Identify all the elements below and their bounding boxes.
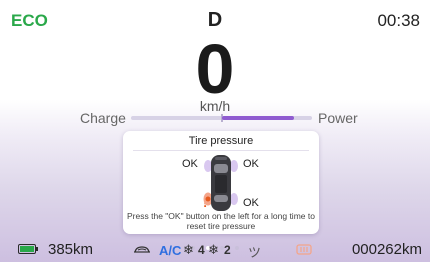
- seat-heat-icon[interactable]: ❄: [208, 242, 219, 258]
- battery-icon: [18, 244, 38, 254]
- tire-rear-right-status: OK: [243, 197, 259, 209]
- page-dot: [234, 246, 239, 250]
- ac-button[interactable]: A/C: [159, 243, 181, 258]
- car-top-view-icon: [203, 155, 238, 211]
- dashboard-screen: ECO D 00:38 0 km/h Charge Power Tire pre…: [0, 0, 430, 262]
- gear-indicator: D: [207, 9, 223, 31]
- energy-bar-fill: [221, 116, 294, 120]
- rear-defrost-icon[interactable]: [296, 244, 312, 256]
- speed-value: 0: [195, 30, 235, 108]
- tire-pressure-popup: Tire pressure OK OK ! OK Press the "OK" …: [123, 131, 319, 234]
- reset-hint: Press the "OK" button on the left for a …: [127, 211, 315, 231]
- clock: 00:38: [377, 11, 420, 30]
- popup-title: Tire pressure: [188, 135, 254, 147]
- tire-front-left-status: OK: [182, 158, 198, 170]
- wiper-icon[interactable]: ツ: [248, 242, 261, 261]
- power-label: Power: [318, 110, 358, 126]
- energy-bar: [131, 114, 312, 122]
- fan-level: 4: [198, 243, 205, 257]
- range-value: 385km: [48, 241, 94, 258]
- seat-heat-level: 2: [224, 243, 231, 257]
- odometer: 000262km: [351, 241, 422, 258]
- speed-unit: km/h: [199, 98, 231, 114]
- car-recirculation-icon[interactable]: [133, 244, 151, 256]
- tire-front-right-status: OK: [243, 158, 259, 170]
- charge-label: Charge: [80, 110, 126, 126]
- fan-icon[interactable]: ❄: [183, 242, 194, 258]
